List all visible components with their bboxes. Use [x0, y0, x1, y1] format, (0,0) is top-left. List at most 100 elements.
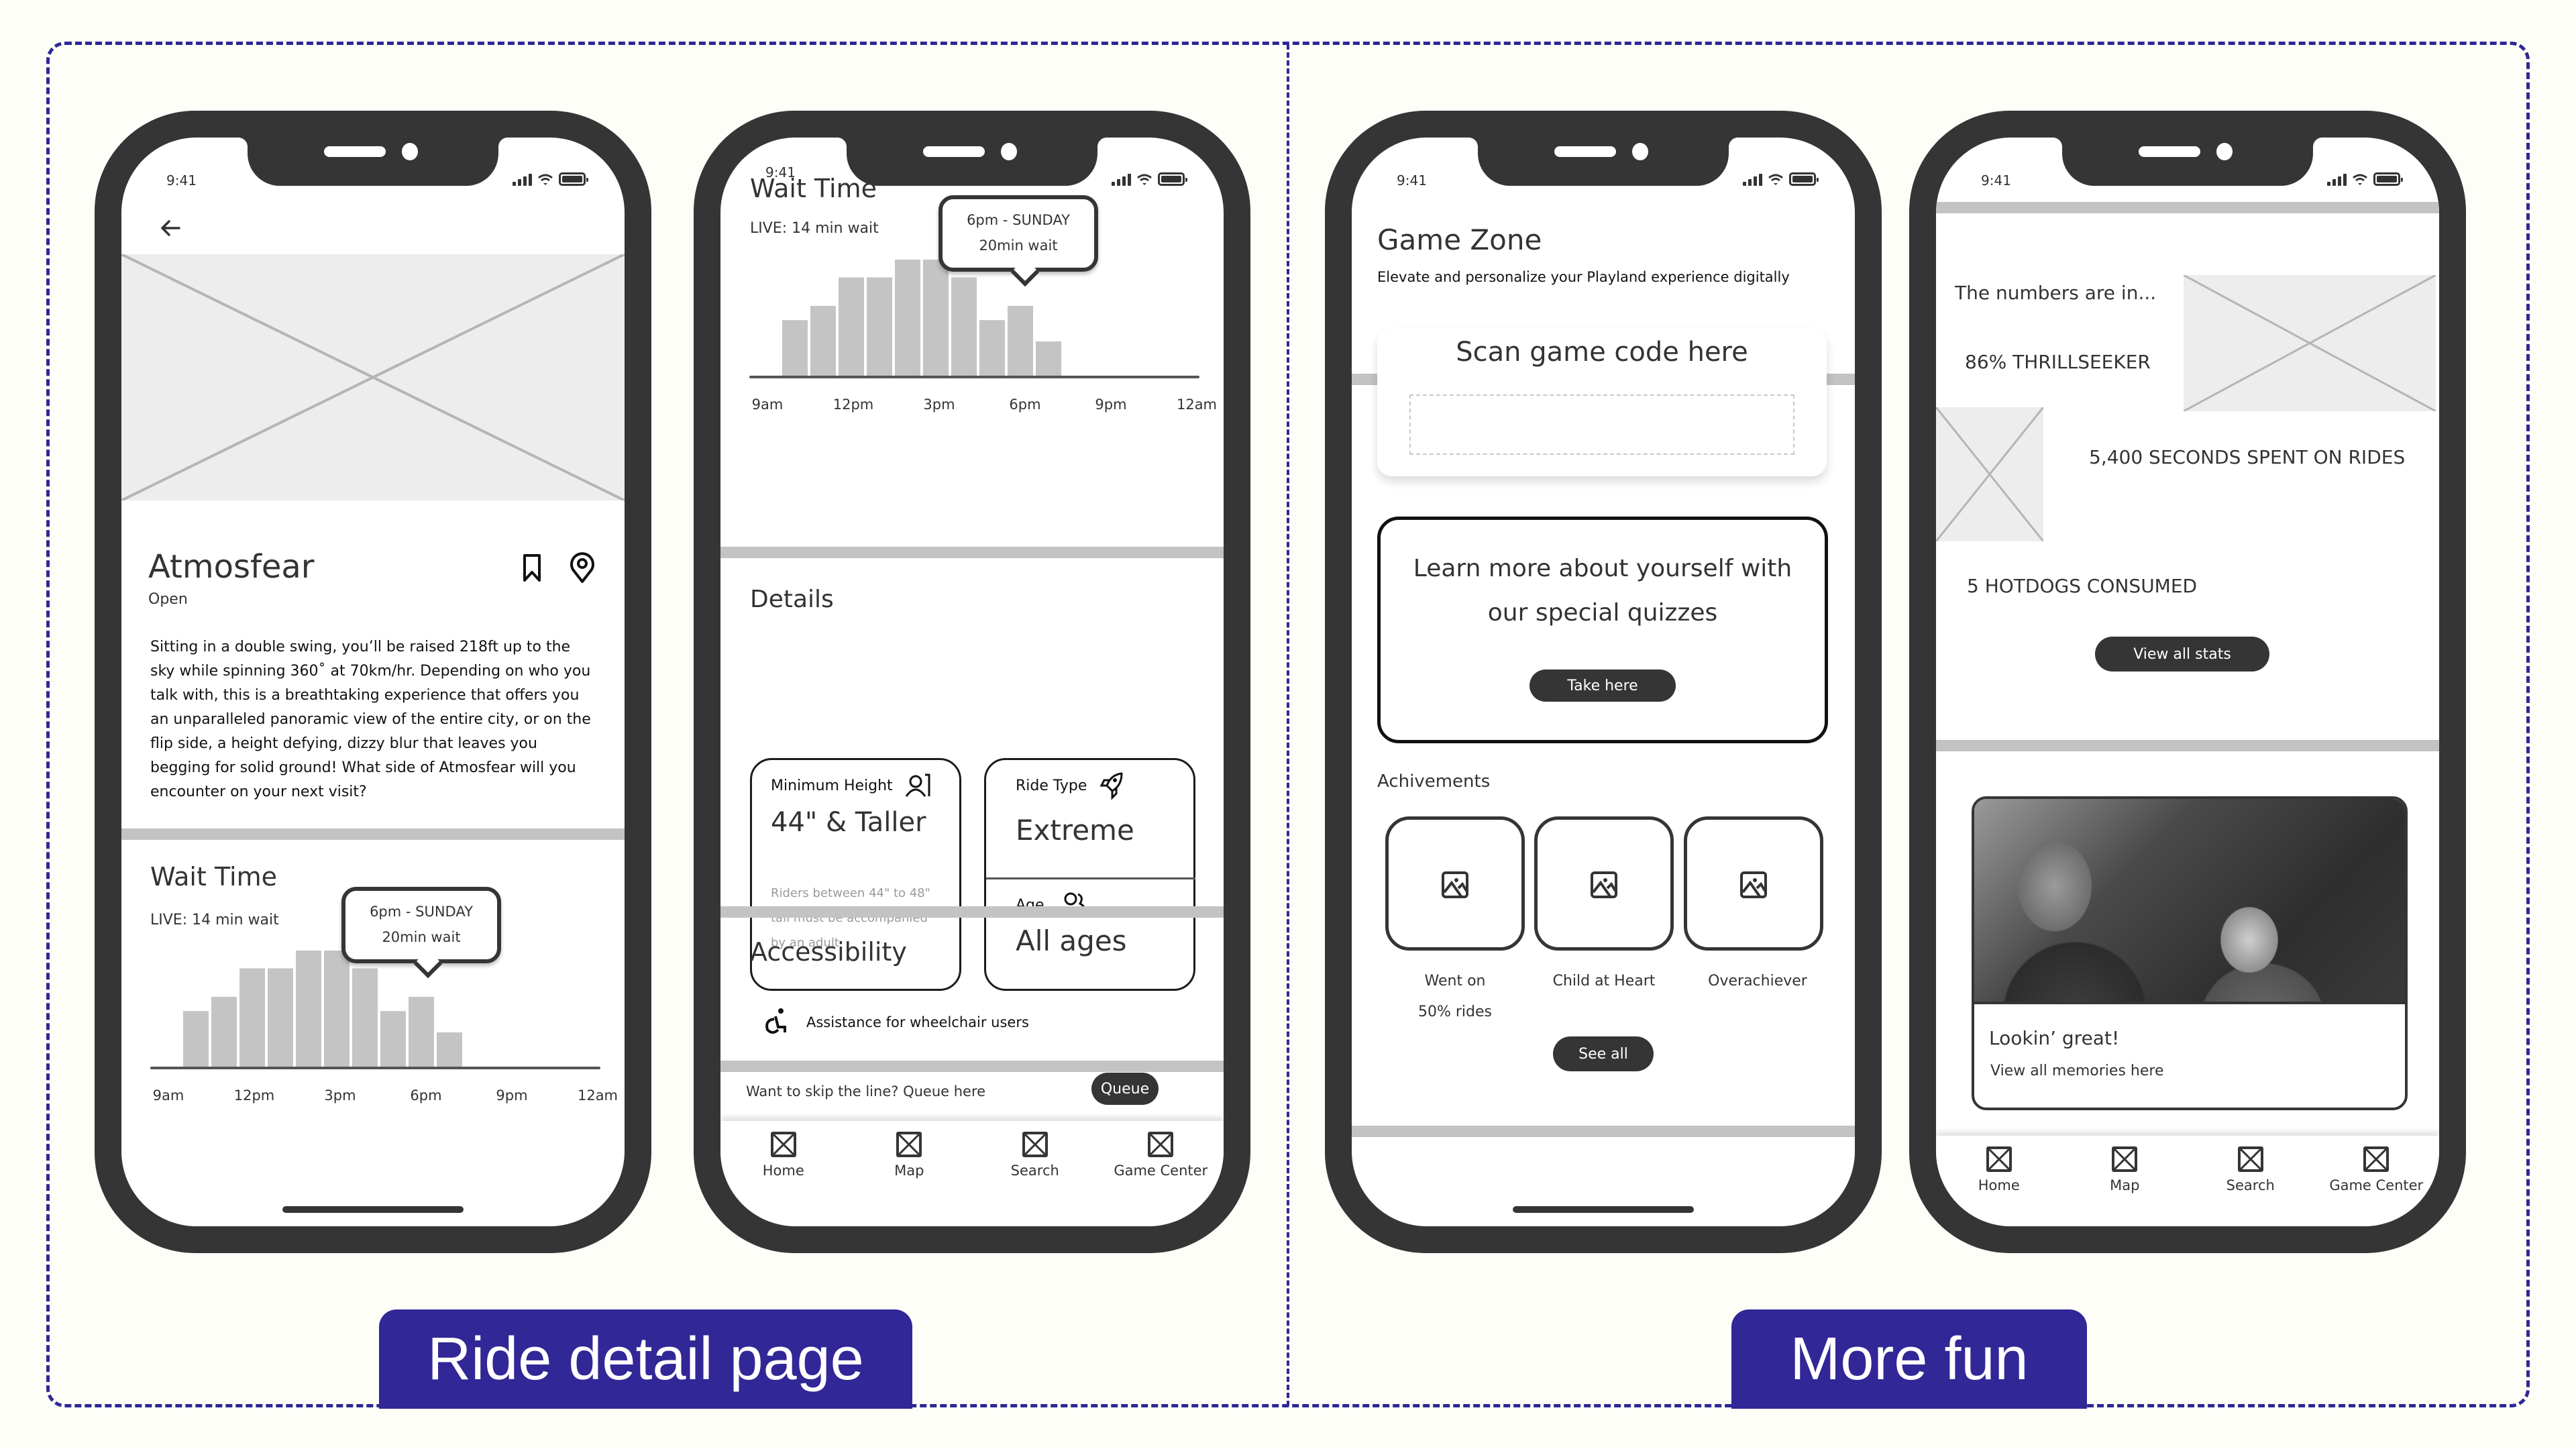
chart-bar-2pm[interactable]	[296, 951, 321, 1068]
bookmark-icon[interactable]	[523, 553, 541, 583]
chart-bar-1pm[interactable]	[268, 968, 293, 1068]
chart-tick-label: 9am	[153, 1087, 184, 1104]
search-icon	[2237, 1146, 2263, 1172]
chart-bar-11am[interactable]	[211, 996, 237, 1068]
queue-prompt: Want to skip the line? Queue here	[746, 1083, 986, 1099]
chart-bar-4pm[interactable]	[951, 277, 977, 377]
achievement-tile[interactable]	[1684, 816, 1823, 951]
wait-time-tooltip: 6pm - SUNDAY 20min wait	[938, 195, 1098, 272]
memory-title: Lookin’ great!	[1989, 1027, 2120, 1049]
scan-code-field[interactable]	[1409, 394, 1794, 455]
age-value: All ages	[1016, 924, 1127, 957]
phone-screen: 9:41 The numbers are in... 86% THRILLSEE…	[1936, 138, 2439, 1226]
tab-home[interactable]: Home	[727, 1121, 841, 1222]
battery-icon	[2373, 172, 2403, 186]
battery-icon	[559, 172, 588, 186]
chart-bar-3pm[interactable]	[324, 951, 350, 1068]
wait-time-title: Wait Time	[150, 862, 277, 892]
chart-bar-1pm[interactable]	[867, 277, 892, 377]
quiz-card: Learn more about yourself with our speci…	[1377, 517, 1828, 743]
section-label-ride-detail: Ride detail page	[379, 1309, 912, 1409]
signal-icon	[1743, 174, 1762, 186]
game-zone-title: Game Zone	[1377, 223, 1542, 256]
phone-game-zone: 9:41 Game Zone Elevate and personalize y…	[1325, 111, 1882, 1253]
chart-bar-7pm[interactable]	[437, 1032, 462, 1068]
chart-bar-5pm[interactable]	[979, 320, 1005, 377]
tab-label: Search	[2226, 1177, 2275, 1193]
achievement-label: Went on 50% rides	[1385, 966, 1525, 1028]
view-memories-link[interactable]: View all memories here	[1990, 1063, 2163, 1079]
stat-thrillseeker: 86% THRILLSEEKER	[1965, 351, 2151, 373]
chart-bar-6pm[interactable]	[409, 996, 434, 1068]
tab-map[interactable]: Map	[852, 1121, 966, 1222]
phone-stats: 9:41 The numbers are in... 86% THRILLSEE…	[1909, 111, 2466, 1253]
tab-label: Home	[1978, 1177, 2020, 1193]
section-divider-band	[1352, 1126, 1855, 1137]
stat-hotdogs: 5 HOTDOGS CONSUMED	[1967, 575, 2198, 597]
chart-bar-5pm[interactable]	[380, 1011, 406, 1068]
home-indicator	[1513, 1206, 1694, 1213]
chart-bar-10am[interactable]	[183, 1011, 209, 1068]
quiz-text-line-2: our special quizzes	[1487, 599, 1718, 627]
chart-bar-6pm[interactable]	[1008, 305, 1033, 377]
image-icon	[1442, 871, 1468, 898]
memory-card[interactable]: Lookin’ great! View all memories here	[1972, 796, 2408, 1110]
battery-icon	[1789, 172, 1819, 186]
signal-icon	[1112, 174, 1131, 186]
person-height-icon	[905, 773, 930, 797]
chart-bar-2pm[interactable]	[895, 260, 920, 377]
section-label-more-fun: More fun	[1731, 1309, 2087, 1409]
phone-notch	[2053, 138, 2322, 186]
tab-game-center[interactable]: Game Center	[2319, 1136, 2433, 1226]
tab-home[interactable]: Home	[1942, 1136, 2056, 1226]
arrow-left-icon[interactable]	[159, 218, 182, 238]
chart-bar-4pm[interactable]	[352, 968, 378, 1068]
memory-photo	[1974, 799, 2405, 1004]
chart-bar-11am[interactable]	[810, 305, 836, 377]
tab-label: Game Center	[1114, 1163, 1208, 1179]
tab-game-center[interactable]: Game Center	[1104, 1121, 1218, 1222]
wifi-icon	[1137, 174, 1152, 185]
see-all-button[interactable]: See all	[1553, 1036, 1654, 1071]
achievements-title: Achivements	[1377, 771, 1491, 792]
chart-bar-12pm[interactable]	[239, 968, 265, 1068]
achievement-label-line-1: Went on	[1424, 973, 1486, 989]
chart-tick-label: 9pm	[1095, 396, 1126, 413]
chart-bar-7pm[interactable]	[1036, 341, 1061, 377]
image-icon	[1591, 871, 1617, 898]
phone-screen: 9:41 Atmosfear Open Sitting in a double …	[121, 138, 625, 1226]
ride-image-placeholder	[121, 254, 625, 500]
chart-bar-3pm[interactable]	[923, 260, 949, 377]
phone-screen: 9:41 Game Zone Elevate and personalize y…	[1352, 138, 1855, 1226]
tooltip-line-2: 20min wait	[382, 929, 461, 945]
tab-search[interactable]: Search	[978, 1121, 1092, 1222]
chart-bar-12pm[interactable]	[839, 277, 864, 377]
signal-icon	[2327, 174, 2347, 186]
chart-tick-label: 9pm	[496, 1087, 527, 1104]
achievement-label-line-2: 50% rides	[1417, 1004, 1492, 1020]
tab-map[interactable]: Map	[2068, 1136, 2182, 1226]
wheelchair-icon	[765, 1008, 786, 1034]
view-all-stats-button[interactable]: View all stats	[2095, 637, 2269, 672]
wifi-icon	[1768, 174, 1783, 185]
tooltip-line-1: 6pm - SUNDAY	[967, 212, 1070, 228]
wait-time-tooltip: 6pm - SUNDAY 20min wait	[341, 887, 501, 963]
chart-tick-label: 12am	[578, 1087, 618, 1104]
details-title: Details	[750, 586, 834, 613]
chart-tick-label: 9am	[752, 396, 784, 413]
status-time: 9:41	[1981, 172, 2011, 189]
ride-type-value: Extreme	[1016, 814, 1134, 847]
achievement-tile[interactable]	[1385, 816, 1525, 951]
chart-bar-10am[interactable]	[782, 320, 808, 377]
tab-label: Game Center	[2329, 1177, 2424, 1193]
section-divider-band	[1936, 740, 2439, 751]
map-pin-icon[interactable]	[569, 551, 596, 584]
queue-button[interactable]: Queue	[1091, 1073, 1159, 1105]
phone-ride-detail-1: 9:41 Atmosfear Open Sitting in a double …	[95, 111, 651, 1253]
tab-label: Home	[762, 1163, 804, 1179]
achievement-tile[interactable]	[1534, 816, 1674, 951]
tab-search[interactable]: Search	[2194, 1136, 2308, 1226]
take-quiz-button[interactable]: Take here	[1529, 669, 1676, 702]
ride-type-card: Ride Type Extreme Age All ages	[984, 758, 1195, 991]
tab-bar: Home Map Search Game Center	[1936, 1136, 2439, 1226]
